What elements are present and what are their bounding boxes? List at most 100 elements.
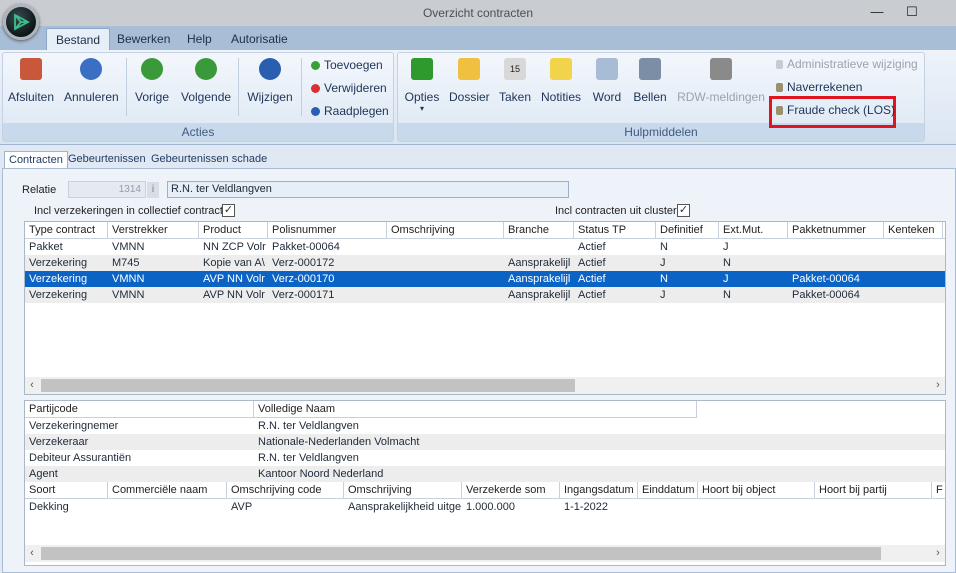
column-header[interactable]: Ext.Mut. [719,222,788,239]
table-row[interactable]: Verzekering M745 Kopie van A\ Verz-000172 Aa… [25,255,945,271]
administratieve-wijziging-button[interactable]: Administratieve wijziging [776,55,918,73]
column-header[interactable]: Hoort bij partij [815,482,932,499]
column-header[interactable]: Verstrekker [108,222,199,239]
dossier-button[interactable]: Dossier [449,58,490,104]
column-header[interactable]: F [932,482,945,499]
group-label: Acties [3,123,393,141]
column-header[interactable]: Status TP [574,222,656,239]
button-label: Volgende [181,90,232,104]
column-header[interactable]: Definitief [656,222,719,239]
rdw-meldingen-button[interactable]: RDW-meldingen [676,58,766,104]
table-row[interactable]: Verzekering VMNN AVP NN Volr Verz-000171 Aan… [25,287,945,303]
ribbon-tab-autorisatie[interactable]: Autorisatie [222,28,297,50]
verwijderen-button[interactable]: Verwijderen [311,79,387,97]
calendar-day: 15 [509,64,520,74]
car-icon [710,58,732,80]
table-row[interactable]: Debiteur Assurantiën R.N. ter Veldlangven [25,450,945,466]
table-row[interactable]: Verzekeringnemer R.N. ter Veldlangven [25,418,945,434]
table-row[interactable]: Pakket VMNN NN ZCP Volr Pakket-00064 Actief N… [25,239,945,255]
scroll-right-icon[interactable]: › [931,545,945,562]
collectief-checkbox[interactable]: ✓ [222,204,235,217]
table-cell [788,239,884,255]
grid-header: Soort Commerciële naam Omschrijving code Om… [25,482,945,499]
volgende-button[interactable]: Volgende [181,58,231,104]
taken-button[interactable]: 15 Taken [498,58,532,104]
table-row[interactable]: Verzekeraar Nationale-Nederlanden Volmach… [25,434,945,450]
relatie-label: Relatie [22,184,57,196]
info-icon[interactable]: i [147,182,159,198]
column-header[interactable]: Commerciële naam [108,482,227,499]
table-cell [387,271,504,287]
table-cell [504,239,574,255]
raadplegen-button[interactable]: Raadplegen [311,102,389,120]
bellen-button[interactable]: Bellen [632,58,668,104]
column-header[interactable]: Volledige Naam [254,401,697,418]
table-cell: Pakket-00064 [272,241,340,253]
naverrekenen-button[interactable]: Naverrekenen [776,78,862,96]
column-header[interactable]: Polisnummer [268,222,387,239]
table-cell: Verz-000170 [272,273,335,285]
toevoegen-button[interactable]: Toevoegen [311,56,383,74]
title-bar: Overzicht contracten [0,0,956,26]
opties-button[interactable]: Opties ▾ [403,58,441,113]
column-header[interactable]: Ingangsdatum [560,482,638,499]
fraude-check-los-button[interactable]: Fraude check (LOS) [776,101,895,119]
ribbon-tab-bewerken[interactable]: Bewerken [108,28,179,50]
column-header[interactable]: Product [199,222,268,239]
column-header[interactable]: Pakketnummer [788,222,884,239]
column-header[interactable]: Omschrijving [344,482,462,499]
maximize-button[interactable]: ☐ [897,4,927,22]
tool-icon [776,83,783,92]
scroll-left-icon[interactable]: ‹ [25,545,39,562]
wijzigen-button[interactable]: Wijzigen [247,58,293,104]
vorige-button[interactable]: Vorige [135,58,169,104]
cluster-checkbox[interactable]: ✓ [677,204,690,217]
table-cell: Dekking [29,501,69,513]
notities-button[interactable]: Notities [539,58,583,104]
column-header[interactable]: Type contract [25,222,108,239]
table-cell: Verzekeringnemer [29,420,119,432]
column-header[interactable]: Kenteken [884,222,943,239]
play-icon [259,58,281,80]
button-label: Verwijderen [324,81,387,95]
relatie-number-field[interactable]: 1314 [68,181,146,198]
separator [126,58,127,116]
table-cell: Kopie van A\ [203,257,265,269]
table-cell: R.N. ter Veldlangven [258,452,359,464]
table-cell: N [723,257,731,269]
ribbon-tab-help[interactable]: Help [178,28,221,50]
afsluiten-button[interactable]: Afsluiten [8,58,54,104]
calendar-icon: 15 [504,58,526,80]
relatie-name-field[interactable]: R.N. ter Veldlangven [167,181,569,198]
horizontal-scrollbar[interactable]: ‹ › [25,545,945,562]
button-label: Dossier [449,90,490,104]
column-header[interactable]: Omschrijving code [227,482,344,499]
scroll-left-icon[interactable]: ‹ [25,377,39,394]
tab-gebeurtenissen-schade[interactable]: Gebeurtenissen schade [147,151,271,168]
table-cell: AVP [231,501,253,513]
table-cell: J [660,257,666,269]
column-header[interactable]: Omschrijving [387,222,504,239]
minimize-button[interactable]: — [862,4,892,22]
column-header[interactable]: Einddatum [638,482,698,499]
column-header[interactable]: Verzekerde som [462,482,560,499]
table-row[interactable]: Verzekering VMNN AVP NN Volr Verz-000170 Aan… [25,271,945,287]
tab-contracten[interactable]: Contracten [4,151,68,168]
application-menu-button[interactable] [3,4,39,40]
word-button[interactable]: Word [591,58,623,104]
scroll-right-icon[interactable]: › [931,377,945,394]
ribbon-tab-bestand[interactable]: Bestand [46,28,111,50]
table-row[interactable]: Agent Kantoor Noord Nederland [25,466,945,482]
column-header[interactable]: Partijcode [25,401,254,418]
annuleren-button[interactable]: Annuleren [64,58,119,104]
tab-gebeurtenissen[interactable]: Gebeurtenissen [64,151,150,168]
column-header[interactable]: Soort [25,482,108,499]
table-row[interactable]: Dekking AVP Aansprakelijkheid uitge 1.000.0… [25,499,945,515]
scrollbar-thumb[interactable] [41,547,881,560]
column-header[interactable]: Hoort bij object [698,482,815,499]
scrollbar-thumb[interactable] [41,379,575,392]
horizontal-scrollbar[interactable]: ‹ › [25,377,945,394]
table-cell: Pakket-00064 [792,273,860,285]
minus-icon [311,84,320,93]
column-header[interactable]: Branche [504,222,574,239]
